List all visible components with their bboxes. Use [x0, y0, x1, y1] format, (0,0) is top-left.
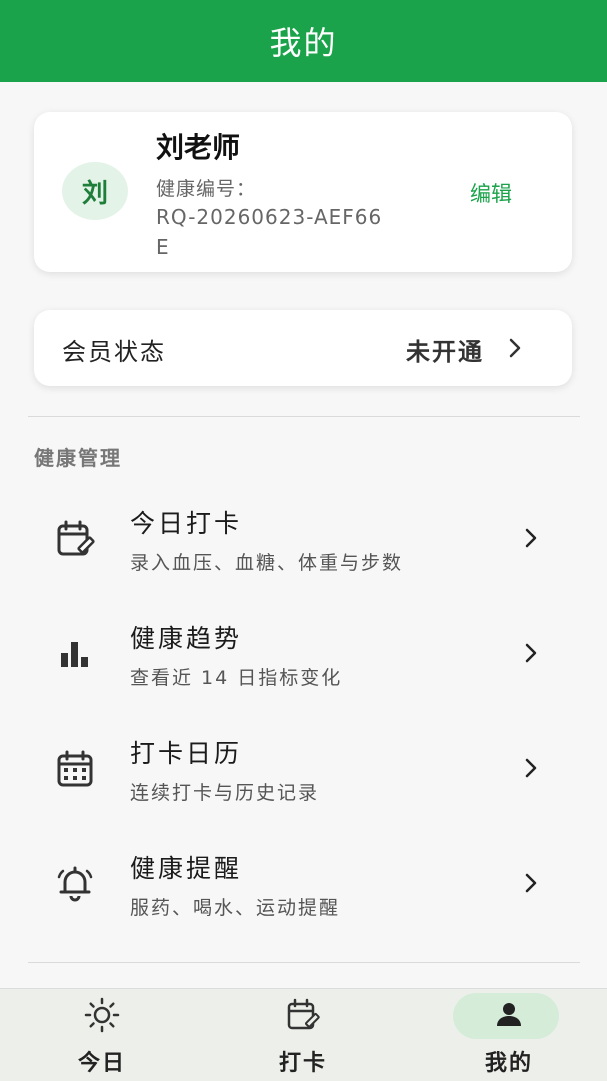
membership-label: 会员状态	[62, 338, 166, 366]
calendar-edit-icon	[287, 998, 320, 1030]
bottom-nav: 今日 打卡 我的	[0, 988, 607, 1081]
profile-card: 刘 刘老师 健康编号： RQ-20260623-AEF66E 编辑	[34, 112, 572, 272]
menu-item-subtitle: 录入血压、血糖、体重与步数	[130, 552, 404, 574]
chevron-right-icon	[525, 758, 537, 778]
menu-item-subtitle: 连续打卡与历史记录	[130, 782, 320, 804]
membership-status: 未开通	[406, 338, 484, 366]
chevron-right-icon	[525, 643, 537, 663]
sun-icon	[84, 997, 120, 1033]
section-title-health: 健康管理	[34, 446, 122, 470]
nav-tab-label: 我的	[484, 1051, 533, 1076]
chevron-right-icon	[525, 873, 537, 893]
menu-item-title: 健康趋势	[130, 624, 243, 653]
membership-row[interactable]: 会员状态 未开通	[34, 310, 572, 386]
edit-profile-button[interactable]: 编辑	[470, 178, 512, 208]
divider	[28, 962, 580, 963]
menu-item-checkin-calendar[interactable]: 打卡日历 连续打卡与历史记录	[34, 720, 572, 820]
menu-item-title: 打卡日历	[130, 739, 243, 768]
menu-item-subtitle: 服药、喝水、运动提醒	[130, 897, 341, 919]
nav-tab-today[interactable]: 今日	[44, 989, 164, 1081]
page-title: 我的	[269, 24, 338, 62]
menu-item-daily-checkin[interactable]: 今日打卡 录入血压、血糖、体重与步数	[34, 490, 572, 590]
user-name: 刘老师	[156, 131, 241, 164]
nav-tab-checkin[interactable]: 打卡	[245, 989, 365, 1081]
nav-tab-label: 今日	[77, 1051, 126, 1076]
menu-item-health-reminder[interactable]: 健康提醒 服药、喝水、运动提醒	[34, 835, 572, 935]
person-icon	[497, 1003, 521, 1026]
nav-tab-mine[interactable]: 我的	[451, 989, 571, 1081]
top-app-bar: 我的	[0, 0, 607, 82]
calendar-edit-icon	[57, 520, 95, 556]
health-id-value: RQ-20260623-AEF66E	[156, 205, 383, 259]
menu-item-subtitle: 查看近 14 日指标变化	[130, 667, 343, 689]
bell-icon	[57, 866, 93, 902]
nav-tab-label: 打卡	[278, 1051, 327, 1076]
avatar: 刘	[62, 162, 128, 220]
menu-item-health-trend[interactable]: 健康趋势 查看近 14 日指标变化	[34, 605, 572, 705]
calendar-icon	[57, 750, 93, 787]
chevron-right-icon	[509, 338, 521, 358]
divider	[28, 416, 580, 417]
bar-chart-icon	[61, 642, 88, 667]
health-id-label: 健康编号：	[156, 178, 257, 200]
menu-item-title: 健康提醒	[130, 854, 243, 883]
chevron-right-icon	[525, 528, 537, 548]
menu-item-title: 今日打卡	[130, 509, 243, 538]
